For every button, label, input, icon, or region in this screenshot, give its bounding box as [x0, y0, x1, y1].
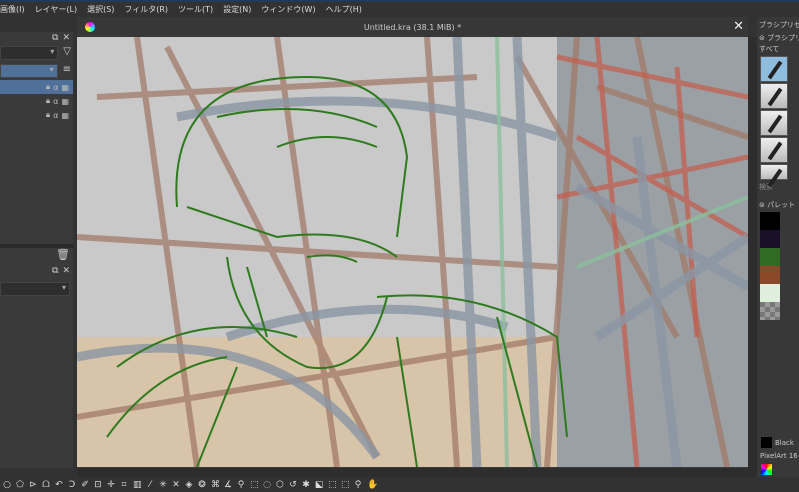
current-color-name: Black	[775, 438, 794, 447]
brush-presets-docker-title: ブラシプリセット	[767, 34, 799, 42]
multibrush-tool-icon[interactable]: ✐	[81, 480, 89, 490]
alpha-icon[interactable]: α	[53, 83, 58, 92]
transform-tool-icon[interactable]: ⊡	[94, 480, 102, 490]
contiguous-select-tool-icon[interactable]: ✱	[302, 480, 310, 490]
trash-icon[interactable]: 🗑︎	[56, 248, 70, 261]
bezier-tool-icon[interactable]: ᗝ	[42, 480, 50, 490]
float-icon[interactable]: ⧉	[52, 33, 58, 43]
menu-bar: 画像(I) レイヤー(L) 選択(S) フィルタ(R) ツール(T) 設定(N)…	[0, 2, 760, 17]
palette-swatch[interactable]	[760, 212, 780, 230]
menu-help[interactable]: ヘルプ(H)	[326, 4, 362, 15]
ellipse-tool-icon[interactable]: ○	[3, 480, 11, 490]
layers-docker: ⧉✕ ▽ ≡ 🔒︎α▦ 🔒︎α▦ 🔒︎α▦ 🗑︎ ⧉✕	[0, 32, 73, 468]
menu-tools[interactable]: ツール(T)	[178, 4, 213, 15]
layer-row[interactable]: 🔒︎ α ▦	[0, 80, 73, 94]
lock-icon[interactable]: 🔒︎	[46, 82, 50, 92]
menu-image[interactable]: 画像(I)	[0, 4, 25, 15]
palette-swatch[interactable]	[760, 230, 780, 248]
menu-settings[interactable]: 設定(N)	[223, 4, 251, 15]
layer-filter-combo[interactable]	[0, 46, 59, 60]
brush-preset[interactable]	[760, 164, 788, 180]
menu-select[interactable]: 選択(S)	[87, 4, 114, 15]
palette-swatch[interactable]	[760, 266, 780, 284]
vertical-scrollbar[interactable]	[748, 37, 757, 468]
close-icon[interactable]: ✕	[733, 19, 744, 34]
crop-tool-icon[interactable]: ⌗	[120, 480, 128, 490]
assistant-tool-icon[interactable]: ✳	[159, 480, 167, 490]
palette-swatch[interactable]	[760, 302, 780, 320]
current-color-swatch[interactable]	[761, 437, 772, 448]
palette-swatch[interactable]	[760, 284, 780, 302]
brush-preset[interactable]	[760, 56, 788, 82]
gradient-tool-icon[interactable]: ▥	[133, 480, 142, 490]
tag-combo[interactable]: すべて	[757, 43, 799, 55]
reference-tool-icon[interactable]: ⌘	[211, 480, 220, 490]
artwork	[77, 37, 748, 467]
color-picker-tool-icon[interactable]: ⁄	[146, 480, 154, 490]
toolbox: ○ ⬠ ⊳ ᗝ ↶ Ↄ ✐ ⊡ ✛ ⌗ ▥ ⁄ ✳ ✕ ◈ ❂ ⌘ ∡ ⚲ ⬚ …	[0, 478, 799, 492]
brush-preset[interactable]	[760, 110, 788, 136]
freehand-select-tool-icon[interactable]: ↺	[289, 480, 297, 490]
opacity-field[interactable]	[0, 64, 58, 78]
similar-select-tool-icon[interactable]: ⬕	[315, 480, 324, 490]
freehand-path-tool-icon[interactable]: ↶	[55, 480, 63, 490]
inherit-icon[interactable]: ▦	[61, 111, 69, 120]
magnetic-select-tool-icon[interactable]: ⬚	[341, 480, 350, 490]
lock-icon[interactable]: 🔒︎	[46, 96, 50, 106]
menu-icon[interactable]: ≡	[61, 62, 73, 80]
dynamic-brush-tool-icon[interactable]: Ↄ	[68, 480, 76, 490]
float-icon[interactable]: ⧉	[52, 266, 58, 276]
inherit-icon[interactable]: ▦	[61, 97, 69, 106]
drawing-canvas[interactable]	[77, 37, 748, 467]
right-dockers: ブラシプリセット ⊜ ブラシプリセット すべて 検索 ⊜ パレット Black …	[757, 17, 799, 477]
palette-swatch[interactable]	[760, 248, 780, 266]
smart-patch-tool-icon[interactable]: ❂	[198, 480, 206, 490]
move-tool-icon[interactable]: ✛	[107, 480, 115, 490]
brush-preset[interactable]	[760, 83, 788, 109]
bezier-select-tool-icon[interactable]: ⬚	[328, 480, 337, 490]
zoom-tool-icon[interactable]: ⚲	[354, 480, 362, 490]
lock-icon[interactable]: 🔒︎	[46, 110, 50, 120]
brush-presets-title: ブラシプリセット	[759, 21, 799, 29]
ellipse-select-tool-icon[interactable]: ◌	[263, 480, 271, 490]
palette-title: パレット	[767, 201, 796, 209]
krita-icon	[85, 22, 95, 32]
docker-combo[interactable]	[0, 282, 70, 296]
palette-grid	[757, 212, 799, 320]
brush-search-field[interactable]: 検索	[757, 180, 799, 194]
menu-window[interactable]: ウィンドウ(W)	[261, 4, 315, 15]
menu-filter[interactable]: フィルタ(R)	[124, 4, 168, 15]
close-icon[interactable]: ✕	[62, 33, 70, 43]
angle-tool-icon[interactable]: ∡	[224, 480, 232, 490]
horizontal-scrollbar[interactable]	[77, 468, 757, 477]
document-window: Untitled.kra (38.1 MiB) * ✕	[77, 17, 748, 468]
alpha-icon[interactable]: α	[53, 97, 58, 106]
filter-icon[interactable]: ▽	[61, 44, 73, 62]
layer-row[interactable]: 🔒︎ α ▦	[0, 108, 73, 122]
palette-name[interactable]: PixelArt 16	[760, 452, 798, 460]
docker-icon: ⊜	[759, 34, 765, 42]
polyline-tool-icon[interactable]: ⊳	[29, 480, 37, 490]
polygon-select-tool-icon[interactable]: ⬡	[276, 480, 284, 490]
fill-tool-icon[interactable]: ◈	[185, 480, 193, 490]
close-icon[interactable]: ✕	[62, 266, 70, 276]
measure-tool-icon[interactable]: ✕	[172, 480, 180, 490]
brush-preset[interactable]	[760, 137, 788, 163]
pan-tool-icon[interactable]: ✋	[367, 480, 378, 490]
docker-icon: ⊜	[759, 201, 765, 209]
layer-row[interactable]: 🔒︎ α ▦	[0, 94, 73, 108]
polygon-tool-icon[interactable]: ⬠	[16, 480, 24, 490]
alpha-icon[interactable]: α	[53, 111, 58, 120]
palette-icon[interactable]	[761, 464, 772, 475]
document-titlebar: Untitled.kra (38.1 MiB) * ✕	[77, 17, 748, 37]
rect-select-tool-icon[interactable]: ⬚	[250, 480, 259, 490]
document-title: Untitled.kra (38.1 MiB) *	[363, 22, 462, 32]
pin-tool-icon[interactable]: ⚲	[237, 480, 245, 490]
inherit-icon[interactable]: ▦	[61, 83, 69, 92]
menu-layer[interactable]: レイヤー(L)	[35, 4, 77, 15]
